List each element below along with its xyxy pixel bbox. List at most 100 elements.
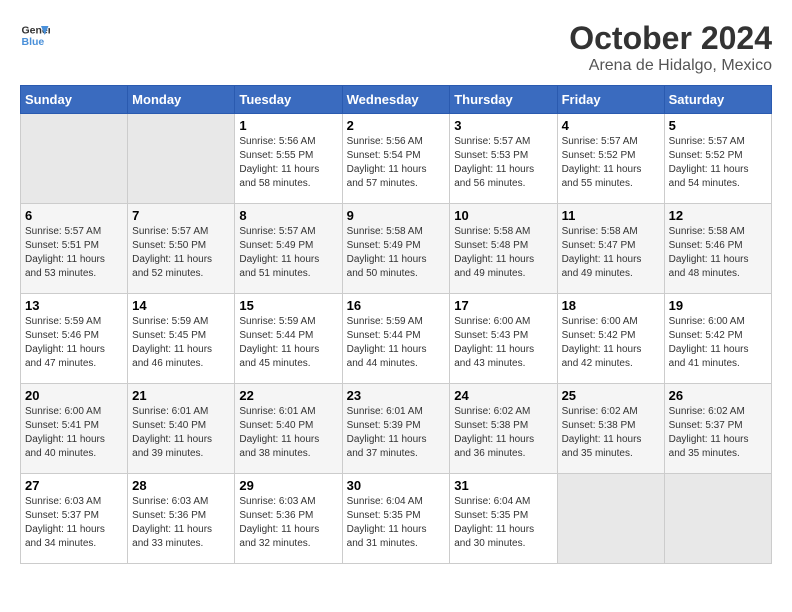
calendar-cell bbox=[128, 114, 235, 204]
day-number: 17 bbox=[454, 298, 552, 313]
cell-info: Sunrise: 5:57 AM Sunset: 5:50 PM Dayligh… bbox=[132, 225, 230, 281]
calendar-cell: 31Sunrise: 6:04 AM Sunset: 5:35 PM Dayli… bbox=[450, 474, 557, 564]
cell-info: Sunrise: 5:58 AM Sunset: 5:48 PM Dayligh… bbox=[454, 225, 552, 281]
cell-info: Sunrise: 6:03 AM Sunset: 5:36 PM Dayligh… bbox=[239, 495, 337, 551]
day-number: 11 bbox=[562, 208, 660, 223]
day-number: 23 bbox=[347, 388, 446, 403]
calendar-week-row: 20 Sunrise: 6:00 AM Sunset: 5:41 PM Dayli… bbox=[21, 384, 772, 474]
day-number: 4 bbox=[562, 118, 660, 133]
day-number: 6 bbox=[25, 208, 123, 223]
day-number: 13 bbox=[25, 298, 123, 313]
cell-info: Sunrise: 5:57 AM Sunset: 5:52 PM Dayligh… bbox=[669, 135, 767, 191]
calendar-cell: 16 Sunrise: 5:59 AM Sunset: 5:44 PM Dayli… bbox=[342, 294, 450, 384]
calendar-cell bbox=[664, 474, 771, 564]
day-number: 14 bbox=[132, 298, 230, 313]
calendar-cell: 17 Sunrise: 6:00 AM Sunset: 5:43 PM Dayli… bbox=[450, 294, 557, 384]
calendar-cell: 29 Sunrise: 6:03 AM Sunset: 5:36 PM Dayli… bbox=[235, 474, 342, 564]
day-number: 16 bbox=[347, 298, 446, 313]
day-number: 19 bbox=[669, 298, 767, 313]
day-number: 9 bbox=[347, 208, 446, 223]
calendar-cell: 13 Sunrise: 5:59 AM Sunset: 5:46 PM Dayli… bbox=[21, 294, 128, 384]
calendar-cell: 26Sunrise: 6:02 AM Sunset: 5:37 PM Dayli… bbox=[664, 384, 771, 474]
day-number: 3 bbox=[454, 118, 552, 133]
calendar-cell: 11Sunrise: 5:58 AM Sunset: 5:47 PM Dayli… bbox=[557, 204, 664, 294]
calendar-cell: 7 Sunrise: 5:57 AM Sunset: 5:50 PM Daylig… bbox=[128, 204, 235, 294]
weekday-header: Saturday bbox=[664, 86, 771, 114]
calendar-week-row: 1Sunrise: 5:56 AM Sunset: 5:55 PM Daylig… bbox=[21, 114, 772, 204]
day-number: 25 bbox=[562, 388, 660, 403]
calendar-header-row: SundayMondayTuesdayWednesdayThursdayFrid… bbox=[21, 86, 772, 114]
day-number: 21 bbox=[132, 388, 230, 403]
month-title: October 2024 bbox=[569, 20, 772, 57]
logo-icon: General Blue bbox=[20, 20, 50, 50]
cell-info: Sunrise: 5:59 AM Sunset: 5:45 PM Dayligh… bbox=[132, 315, 230, 371]
weekday-header: Sunday bbox=[21, 86, 128, 114]
cell-info: Sunrise: 6:01 AM Sunset: 5:39 PM Dayligh… bbox=[347, 405, 446, 461]
calendar-cell: 5 Sunrise: 5:57 AM Sunset: 5:52 PM Daylig… bbox=[664, 114, 771, 204]
day-number: 5 bbox=[669, 118, 767, 133]
cell-info: Sunrise: 5:59 AM Sunset: 5:46 PM Dayligh… bbox=[25, 315, 123, 371]
day-number: 31 bbox=[454, 478, 552, 493]
cell-info: Sunrise: 6:04 AM Sunset: 5:35 PM Dayligh… bbox=[347, 495, 446, 551]
day-number: 10 bbox=[454, 208, 552, 223]
cell-info: Sunrise: 5:59 AM Sunset: 5:44 PM Dayligh… bbox=[239, 315, 337, 371]
calendar-cell: 1Sunrise: 5:56 AM Sunset: 5:55 PM Daylig… bbox=[235, 114, 342, 204]
weekday-header: Monday bbox=[128, 86, 235, 114]
cell-info: Sunrise: 5:58 AM Sunset: 5:49 PM Dayligh… bbox=[347, 225, 446, 281]
cell-info: Sunrise: 5:57 AM Sunset: 5:49 PM Dayligh… bbox=[239, 225, 337, 281]
day-number: 15 bbox=[239, 298, 337, 313]
day-number: 28 bbox=[132, 478, 230, 493]
day-number: 22 bbox=[239, 388, 337, 403]
day-number: 1 bbox=[239, 118, 337, 133]
cell-info: Sunrise: 6:03 AM Sunset: 5:36 PM Dayligh… bbox=[132, 495, 230, 551]
calendar-cell: 3Sunrise: 5:57 AM Sunset: 5:53 PM Daylig… bbox=[450, 114, 557, 204]
cell-info: Sunrise: 6:00 AM Sunset: 5:41 PM Dayligh… bbox=[25, 405, 123, 461]
calendar-cell: 21 Sunrise: 6:01 AM Sunset: 5:40 PM Dayli… bbox=[128, 384, 235, 474]
cell-info: Sunrise: 6:00 AM Sunset: 5:42 PM Dayligh… bbox=[562, 315, 660, 371]
cell-info: Sunrise: 5:57 AM Sunset: 5:52 PM Dayligh… bbox=[562, 135, 660, 191]
calendar-week-row: 6 Sunrise: 5:57 AM Sunset: 5:51 PM Daylig… bbox=[21, 204, 772, 294]
calendar-cell: 9 Sunrise: 5:58 AM Sunset: 5:49 PM Daylig… bbox=[342, 204, 450, 294]
day-number: 7 bbox=[132, 208, 230, 223]
calendar-cell: 4 Sunrise: 5:57 AM Sunset: 5:52 PM Daylig… bbox=[557, 114, 664, 204]
cell-info: Sunrise: 5:59 AM Sunset: 5:44 PM Dayligh… bbox=[347, 315, 446, 371]
svg-text:Blue: Blue bbox=[22, 36, 45, 48]
day-number: 2 bbox=[347, 118, 446, 133]
cell-info: Sunrise: 5:56 AM Sunset: 5:54 PM Dayligh… bbox=[347, 135, 446, 191]
day-number: 20 bbox=[25, 388, 123, 403]
cell-info: Sunrise: 5:58 AM Sunset: 5:46 PM Dayligh… bbox=[669, 225, 767, 281]
calendar-cell: 24Sunrise: 6:02 AM Sunset: 5:38 PM Dayli… bbox=[450, 384, 557, 474]
calendar-table: SundayMondayTuesdayWednesdayThursdayFrid… bbox=[20, 85, 772, 564]
calendar-week-row: 27 Sunrise: 6:03 AM Sunset: 5:37 PM Dayli… bbox=[21, 474, 772, 564]
day-number: 8 bbox=[239, 208, 337, 223]
calendar-cell: 10 Sunrise: 5:58 AM Sunset: 5:48 PM Dayli… bbox=[450, 204, 557, 294]
weekday-header: Friday bbox=[557, 86, 664, 114]
calendar-cell: 2 Sunrise: 5:56 AM Sunset: 5:54 PM Daylig… bbox=[342, 114, 450, 204]
title-block: October 2024 Arena de Hidalgo, Mexico bbox=[569, 20, 772, 75]
day-number: 30 bbox=[347, 478, 446, 493]
cell-info: Sunrise: 6:01 AM Sunset: 5:40 PM Dayligh… bbox=[132, 405, 230, 461]
cell-info: Sunrise: 6:02 AM Sunset: 5:38 PM Dayligh… bbox=[454, 405, 552, 461]
day-number: 18 bbox=[562, 298, 660, 313]
calendar-cell bbox=[21, 114, 128, 204]
weekday-header: Tuesday bbox=[235, 86, 342, 114]
location: Arena de Hidalgo, Mexico bbox=[569, 57, 772, 75]
weekday-header: Thursday bbox=[450, 86, 557, 114]
calendar-cell: 23 Sunrise: 6:01 AM Sunset: 5:39 PM Dayli… bbox=[342, 384, 450, 474]
calendar-week-row: 13 Sunrise: 5:59 AM Sunset: 5:46 PM Dayli… bbox=[21, 294, 772, 384]
day-number: 26 bbox=[669, 388, 767, 403]
day-number: 27 bbox=[25, 478, 123, 493]
cell-info: Sunrise: 6:00 AM Sunset: 5:42 PM Dayligh… bbox=[669, 315, 767, 371]
calendar-cell: 15 Sunrise: 5:59 AM Sunset: 5:44 PM Dayli… bbox=[235, 294, 342, 384]
day-number: 12 bbox=[669, 208, 767, 223]
calendar-cell: 25 Sunrise: 6:02 AM Sunset: 5:38 PM Dayli… bbox=[557, 384, 664, 474]
calendar-cell: 20 Sunrise: 6:00 AM Sunset: 5:41 PM Dayli… bbox=[21, 384, 128, 474]
calendar-cell: 28 Sunrise: 6:03 AM Sunset: 5:36 PM Dayli… bbox=[128, 474, 235, 564]
cell-info: Sunrise: 6:00 AM Sunset: 5:43 PM Dayligh… bbox=[454, 315, 552, 371]
cell-info: Sunrise: 6:02 AM Sunset: 5:38 PM Dayligh… bbox=[562, 405, 660, 461]
calendar-cell: 6 Sunrise: 5:57 AM Sunset: 5:51 PM Daylig… bbox=[21, 204, 128, 294]
calendar-cell: 30 Sunrise: 6:04 AM Sunset: 5:35 PM Dayli… bbox=[342, 474, 450, 564]
cell-info: Sunrise: 5:57 AM Sunset: 5:51 PM Dayligh… bbox=[25, 225, 123, 281]
day-number: 29 bbox=[239, 478, 337, 493]
cell-info: Sunrise: 6:03 AM Sunset: 5:37 PM Dayligh… bbox=[25, 495, 123, 551]
